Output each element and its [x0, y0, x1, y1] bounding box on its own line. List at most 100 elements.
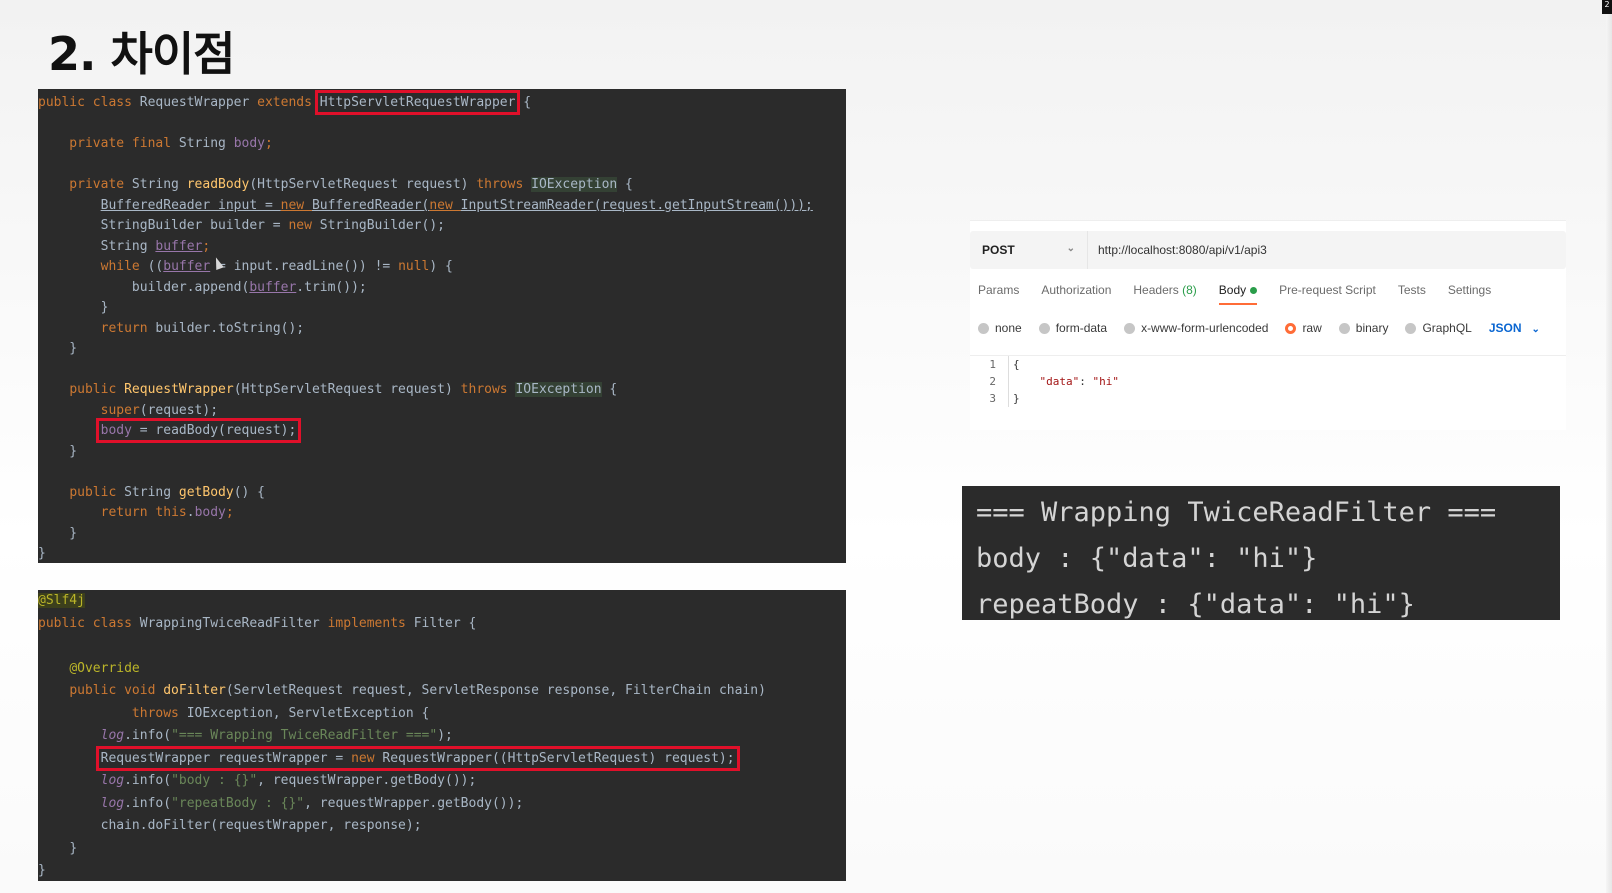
radio-graphql[interactable]: GraphQL — [1405, 321, 1472, 335]
code-token: extends — [257, 95, 320, 110]
window-edge — [1606, 0, 1612, 893]
code-token: implements — [327, 615, 414, 631]
method-select[interactable]: POST ⌄ — [970, 231, 1088, 269]
code-token: public void — [69, 683, 164, 698]
code-token: String — [38, 238, 156, 254]
radio-binary[interactable]: binary — [1338, 321, 1389, 335]
code-token: , requestWrapper.getBody()); — [257, 773, 477, 788]
code-line: return builder.toString(); — [38, 319, 846, 340]
code-line: private final String body; — [38, 134, 846, 155]
radio-icon — [978, 322, 989, 334]
code-token: throws — [460, 382, 516, 397]
chevron-down-icon: ⌄ — [1531, 324, 1540, 335]
code-token: buffer — [249, 279, 297, 295]
code-token: new — [280, 197, 312, 213]
tab-authorization[interactable]: Authorization — [1041, 283, 1111, 305]
corner-badge: 2 — [1602, 0, 1612, 14]
console-line: repeatBody : {"data": "hi"} — [976, 589, 1415, 620]
radio-selected-icon — [1285, 322, 1297, 334]
code-token: .info( — [124, 795, 172, 811]
code-token: RequestWrapper requestWrapper = — [100, 750, 352, 766]
code-token: { — [617, 177, 633, 192]
code-line: log.info("=== Wrapping TwiceReadFilter =… — [38, 725, 846, 748]
code-token: body — [233, 136, 265, 151]
code-token: StringBuilder(); — [319, 218, 445, 233]
format-select[interactable]: JSON ⌄ — [1489, 321, 1540, 335]
editor-line: 2 "data": "hi" — [970, 373, 1566, 390]
code-token: String — [178, 136, 234, 151]
code-token: new — [429, 197, 461, 213]
tab-body[interactable]: Body — [1218, 283, 1258, 305]
tab-params[interactable]: Params — [978, 283, 1019, 305]
tab-tests[interactable]: Tests — [1398, 283, 1426, 305]
code-token: (HttpServletRequest request) — [233, 382, 461, 397]
code-line: } — [38, 546, 46, 561]
radio-label: raw — [1302, 321, 1322, 335]
url-input[interactable]: http://localhost:8080/api/v1/api3 — [1088, 243, 1267, 257]
slide-title: 2. 차이점 — [48, 27, 235, 81]
code-token: public — [69, 484, 125, 500]
tab-pre-request-script[interactable]: Pre-request Script — [1279, 283, 1376, 305]
code-token: IOException — [531, 177, 618, 192]
code-token: new — [351, 750, 383, 766]
code-token: builder.append( — [38, 279, 250, 295]
code-token: throws — [476, 177, 532, 192]
code-token: getBody — [178, 484, 234, 500]
radio-x-www-form-urlencoded[interactable]: x-www-form-urlencoded — [1124, 321, 1268, 335]
body-editor[interactable]: 1{ 2 "data": "hi" 3} — [970, 355, 1566, 427]
radio-none[interactable]: none — [978, 321, 1022, 335]
code-line: } — [38, 443, 78, 459]
tab-settings[interactable]: Settings — [1448, 283, 1491, 305]
status-dot-icon — [1250, 287, 1258, 295]
chevron-down-icon: ⌄ — [1066, 243, 1075, 254]
editor-text: { — [1008, 356, 1020, 373]
code-token: this — [155, 505, 187, 520]
highlight-box-request-wrapper: RequestWrapper requestWrapper = new Requ… — [95, 745, 740, 771]
code-line: BufferedReader input = new BufferedReade… — [38, 196, 846, 217]
radio-label: form-data — [1055, 321, 1108, 335]
radio-label: binary — [1355, 321, 1389, 335]
radio-label: GraphQL — [1422, 321, 1472, 335]
radio-label: none — [995, 321, 1022, 335]
code-line: } — [38, 525, 78, 541]
code-token: ; — [225, 505, 234, 520]
code-token: ) { — [429, 259, 453, 274]
code-line: StringBuilder builder = new StringBuilde… — [38, 216, 846, 237]
code-token: "=== Wrapping TwiceReadFilter ===" — [171, 728, 438, 743]
code-token: . — [186, 505, 195, 520]
code-token: null — [398, 259, 430, 274]
code-line: body = readBody(request); — [38, 418, 846, 443]
code-token: IOException — [515, 382, 602, 397]
code-token: "repeatBody : {}" — [171, 795, 305, 811]
code-token: super — [100, 402, 140, 418]
radio-icon — [1405, 322, 1417, 334]
code-token: Filter { — [413, 615, 477, 631]
line-number: 1 — [989, 358, 996, 371]
code-token: RequestWrapper — [124, 382, 234, 397]
code-token: private — [38, 177, 132, 192]
code-line: while ((buffer = input.readLine()) != nu… — [38, 257, 846, 278]
code-token: (( — [147, 259, 164, 274]
json-separator: : — [1079, 375, 1093, 388]
radio-raw[interactable]: raw — [1285, 321, 1322, 335]
code-token: RequestWrapper — [139, 95, 258, 110]
code-line: builder.append(buffer.trim()); — [38, 278, 846, 299]
tab-headers[interactable]: Headers (8) — [1133, 283, 1196, 305]
code-token: (HttpServletRequest request) — [249, 177, 477, 192]
code-token: , requestWrapper.getBody()); — [304, 795, 524, 811]
highlight-box-readbody: body = readBody(request); — [95, 418, 302, 443]
code-token: String — [131, 177, 187, 192]
code-token: log — [100, 795, 125, 811]
code-token: chain.doFilter(requestWrapper, response)… — [100, 818, 422, 833]
highlight-box-superclass: HttpServletRequestWrapper — [314, 90, 521, 115]
code-line: } — [38, 341, 78, 356]
tab-body-label: Body — [1218, 283, 1247, 297]
method-label: POST — [982, 243, 1015, 257]
radio-form-data[interactable]: form-data — [1038, 321, 1108, 335]
